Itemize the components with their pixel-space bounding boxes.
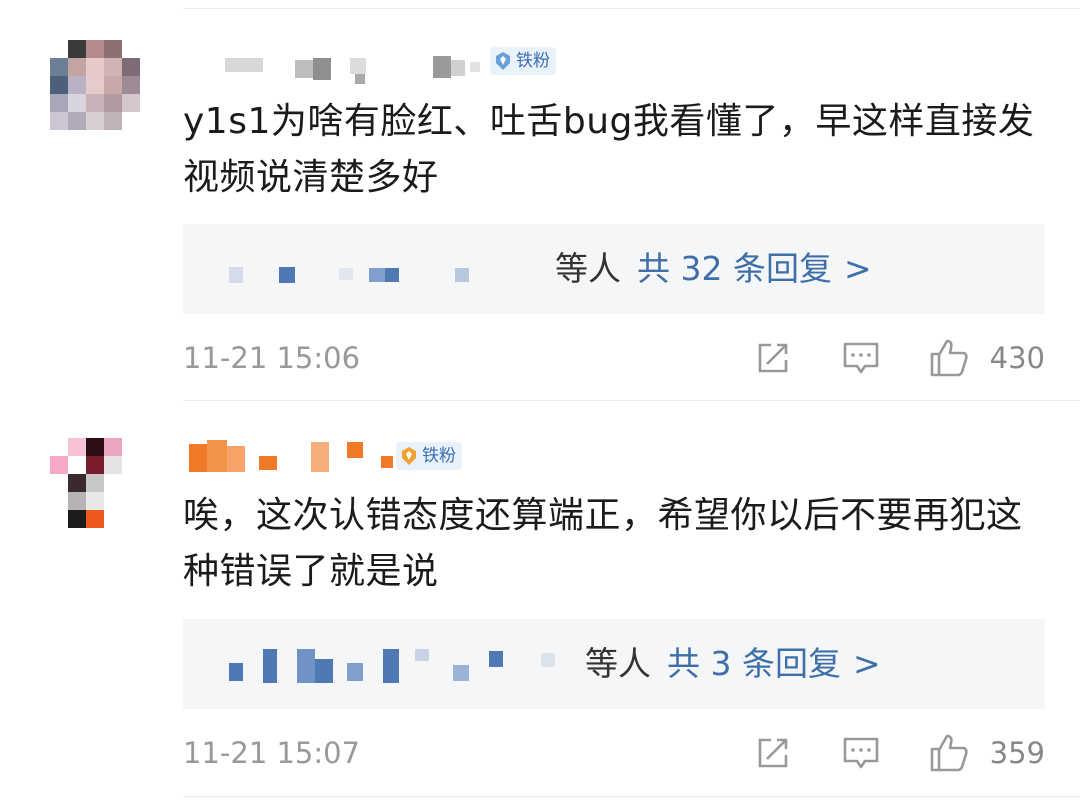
avatar[interactable] — [50, 40, 150, 140]
comment-text: y1s1为啥有脸红、吐舌bug我看懂了，早这样直接发视频说清楚多好 — [183, 101, 1035, 198]
fan-badge-label: 铁粉 — [422, 446, 456, 466]
fan-badge-label: 铁粉 — [516, 51, 550, 71]
fan-badge: 铁粉 — [396, 442, 462, 470]
chevron-right-icon: > — [843, 249, 872, 288]
reply-summary[interactable]: 等人共 32 条回复 > — [555, 224, 872, 314]
fan-badge-icon — [496, 52, 510, 70]
comment-text: 唉，这次认错态度还算端正，希望你以后不要再犯这种错误了就是说 — [183, 495, 1023, 592]
username-blurred[interactable] — [185, 48, 485, 88]
comment-meta: 11-21 15:06 430 — [183, 338, 1045, 378]
like-count: 430 — [989, 341, 1045, 375]
avatar[interactable] — [50, 436, 150, 536]
comment-meta: 11-21 15:07 359 — [183, 733, 1045, 773]
reply-preview[interactable]: 等人共 3 条回复 > — [183, 619, 1045, 709]
comment-icon[interactable] — [841, 338, 881, 378]
reply-count-link[interactable]: 共 3 条回复 — [667, 644, 841, 683]
fan-badge: 铁粉 — [490, 47, 556, 75]
username-blurred[interactable] — [185, 436, 415, 476]
thumbs-up-icon[interactable] — [929, 338, 969, 378]
share-icon[interactable] — [753, 733, 793, 773]
share-icon[interactable] — [753, 338, 793, 378]
chevron-right-icon: > — [852, 644, 881, 683]
comment-icon[interactable] — [841, 733, 881, 773]
reply-names-suffix: 等人 — [555, 249, 621, 288]
comment-timestamp: 11-21 15:06 — [183, 341, 361, 375]
reply-preview[interactable]: 等人共 32 条回复 > — [183, 224, 1045, 314]
bottom-divider — [183, 796, 1080, 797]
reply-names-suffix: 等人 — [585, 644, 651, 683]
reply-summary[interactable]: 等人共 3 条回复 > — [585, 619, 881, 709]
thumbs-up-icon[interactable] — [929, 733, 969, 773]
top-divider — [183, 8, 1080, 9]
like-count: 359 — [989, 736, 1045, 770]
comment-divider — [183, 400, 1080, 401]
fan-badge-icon — [402, 447, 416, 465]
comment-timestamp: 11-21 15:07 — [183, 736, 361, 770]
reply-count-link[interactable]: 共 32 条回复 — [637, 249, 832, 288]
